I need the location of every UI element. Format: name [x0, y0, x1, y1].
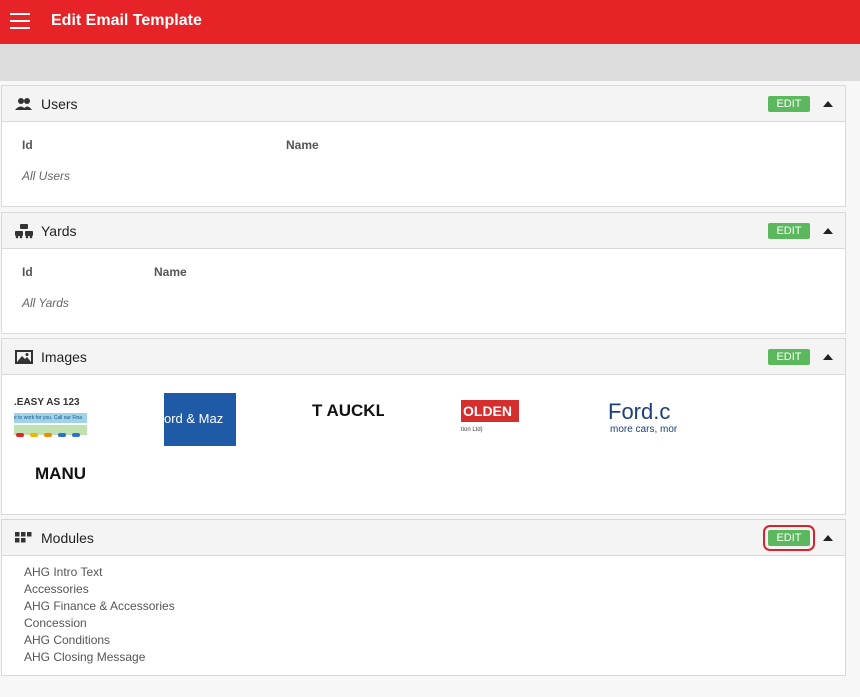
- yards-col-id: Id: [22, 265, 33, 279]
- yards-col-name: Name: [154, 265, 187, 279]
- modules-panel-title: Modules: [41, 530, 94, 546]
- modules-panel: Modules EDIT AHG Intro Text Accessories …: [1, 519, 846, 676]
- image-text: MANU: [35, 464, 86, 483]
- users-panel-title: Users: [41, 96, 78, 112]
- image-thumbnail[interactable]: .EASY AS 123 e to work for you. Call our…: [14, 393, 87, 445]
- menu-icon[interactable]: [10, 12, 30, 30]
- users-panel-header: Users EDIT: [2, 86, 845, 122]
- yard-cars-icon: [15, 224, 33, 239]
- yards-panel-header: Yards EDIT: [2, 213, 845, 249]
- users-empty-text: All Users: [22, 169, 71, 183]
- images-panel-header: Images EDIT: [2, 339, 845, 375]
- yards-edit-button[interactable]: EDIT: [768, 223, 810, 239]
- image-thumbnail[interactable]: Ford.c more cars, mor: [608, 393, 681, 445]
- module-item: Concession: [24, 616, 87, 630]
- images-panel-title: Images: [41, 349, 87, 365]
- users-panel: Users EDIT Id Name All Users: [1, 85, 846, 207]
- users-col-name: Name: [286, 138, 319, 152]
- image-thumbnail[interactable]: MANU: [35, 463, 87, 507]
- module-item: AHG Intro Text: [24, 565, 103, 579]
- modules-collapse-icon[interactable]: [823, 535, 833, 541]
- image-subtext: e to work for you. Call our Fina: [14, 415, 83, 421]
- image-text: T AUCKL: [312, 401, 384, 420]
- yards-collapse-icon[interactable]: [823, 228, 833, 234]
- image-subtext: tion Ltd): [461, 427, 483, 433]
- image-thumbnail[interactable]: OLDEN tion Ltd): [461, 393, 533, 445]
- page-title: Edit Email Template: [51, 12, 202, 29]
- images-collapse-icon[interactable]: [823, 354, 833, 360]
- image-thumbnail[interactable]: T AUCKL: [312, 393, 384, 445]
- users-edit-button[interactable]: EDIT: [768, 96, 810, 112]
- yards-empty-text: All Yards: [22, 296, 69, 310]
- users-col-id: Id: [22, 138, 33, 152]
- toolbar-strip: [0, 44, 860, 81]
- modules-grid-icon: [15, 532, 32, 543]
- image-icon: [15, 350, 33, 364]
- images-edit-button[interactable]: EDIT: [768, 349, 810, 365]
- image-text: ord & Maz: [164, 411, 224, 426]
- yards-panel: Yards EDIT Id Name All Yards: [1, 212, 846, 334]
- module-item: Accessories: [24, 582, 89, 596]
- module-item: AHG Closing Message: [24, 650, 146, 664]
- app-header: Edit Email Template: [0, 0, 860, 44]
- image-text: OLDEN: [463, 403, 512, 419]
- images-panel: Images EDIT .EASY AS 123 e to work for y…: [1, 338, 846, 515]
- module-item: AHG Conditions: [24, 633, 111, 647]
- image-text: .EASY AS 123: [14, 397, 80, 408]
- image-subtext: more cars, mor: [610, 424, 678, 435]
- modules-edit-button[interactable]: EDIT: [763, 525, 815, 551]
- image-thumbnail[interactable]: ord & Maz: [164, 393, 236, 446]
- module-item: AHG Finance & Accessories: [24, 599, 175, 613]
- image-text: Ford.c: [608, 399, 671, 424]
- yards-panel-title: Yards: [41, 223, 77, 239]
- users-icon: [15, 98, 32, 110]
- users-collapse-icon[interactable]: [823, 101, 833, 107]
- modules-panel-header: Modules EDIT: [2, 520, 845, 556]
